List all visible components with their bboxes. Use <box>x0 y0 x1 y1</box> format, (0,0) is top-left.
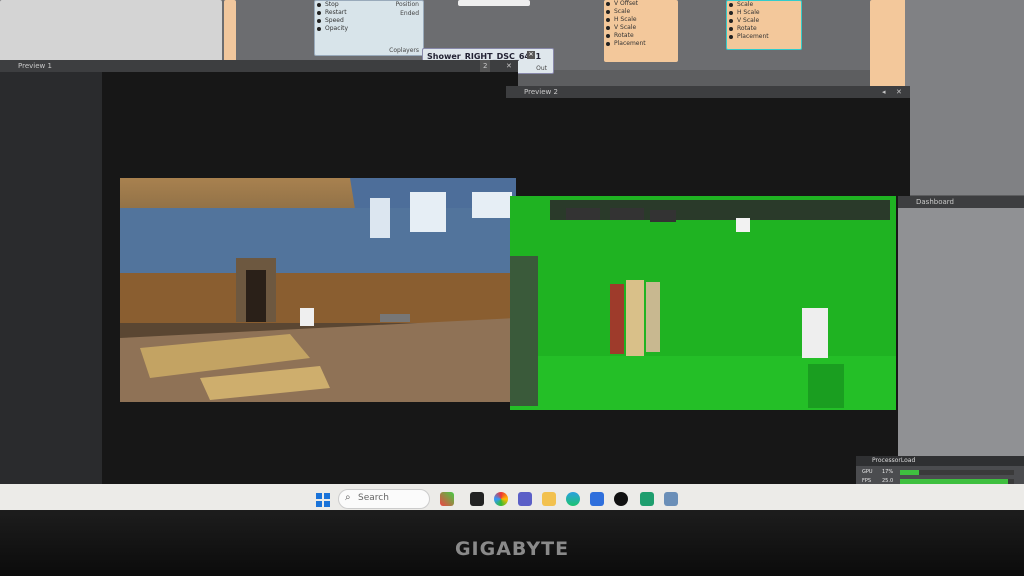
close-icon[interactable]: ✕ <box>527 51 535 59</box>
preview-2-titlebar[interactable]: Preview 2 ◂ ✕ <box>506 86 910 98</box>
node-e[interactable] <box>458 0 530 6</box>
close-icon[interactable]: ✕ <box>896 86 902 98</box>
search-icon: ⌕ <box>345 492 351 503</box>
dashboard-titlebar[interactable]: Dashboard <box>898 196 1024 208</box>
port-h-scale[interactable]: H Scale <box>604 16 678 24</box>
menu-icon[interactable]: ◂ <box>882 86 886 98</box>
right-panel <box>905 0 1024 195</box>
search-placeholder: Search <box>358 493 389 503</box>
processor-load-title: ProcessorLoad <box>856 456 1024 466</box>
node-footer: Coplayers <box>389 47 419 54</box>
node-transform-a[interactable]: V Offset Scale H Scale V Scale Rotate Pl… <box>604 0 678 62</box>
app-icon-10[interactable] <box>664 492 678 506</box>
preview-1-title: Preview 1 <box>18 62 52 70</box>
monitor-screen: Stop Restart Speed Opacity Position Ende… <box>0 0 1024 512</box>
gpu-bar <box>900 470 1014 475</box>
dashboard-title: Dashboard <box>916 198 954 206</box>
app-icon-1[interactable] <box>440 492 454 506</box>
app-icon-2[interactable] <box>470 492 484 506</box>
node-transform-b[interactable]: Scale H Scale V Scale Rotate Placement <box>726 0 802 50</box>
dashboard-panel[interactable]: Dashboard <box>898 196 1024 456</box>
port-v-scale[interactable]: V Scale <box>727 17 801 25</box>
preview-1-index[interactable]: 2 <box>480 60 491 72</box>
gpu-label: GPU <box>862 469 873 475</box>
port-h-scale[interactable]: H Scale <box>727 9 801 17</box>
preview-2-title: Preview 2 <box>524 88 558 96</box>
node-coplayer[interactable]: Stop Restart Speed Opacity Position Ende… <box>314 0 424 56</box>
port-rotate[interactable]: Rotate <box>604 32 678 40</box>
monitor-brand-logo: GIGABYTE <box>454 538 570 560</box>
port-placement[interactable]: Placement <box>604 40 678 48</box>
port-rotate[interactable]: Rotate <box>727 25 801 33</box>
taskbar <box>0 484 1024 512</box>
close-icon[interactable]: ✕ <box>506 60 512 72</box>
roman-hall-image <box>120 178 516 402</box>
app-icon-9[interactable] <box>640 492 654 506</box>
windows-start-icon[interactable] <box>316 492 330 507</box>
green-screen-camera <box>510 196 896 410</box>
port-v-scale[interactable]: V Scale <box>604 24 678 32</box>
green-screen-image <box>510 196 896 410</box>
output-out[interactable]: Out <box>536 65 547 72</box>
port-opacity[interactable]: Opacity <box>315 25 423 33</box>
node-a[interactable] <box>0 0 222 62</box>
node-b[interactable] <box>224 0 236 68</box>
output-ended[interactable]: Ended <box>400 10 419 17</box>
port-placement[interactable]: Placement <box>727 33 801 41</box>
app-icon-3[interactable] <box>494 492 508 506</box>
gpu-bar-fill <box>900 470 920 475</box>
port-v-offset[interactable]: V Offset <box>604 0 678 8</box>
port-scale[interactable]: Scale <box>727 1 801 9</box>
edge-icon[interactable] <box>566 492 580 506</box>
gpu-value: 17% <box>882 469 894 475</box>
store-icon[interactable] <box>590 492 604 506</box>
unreal-icon[interactable] <box>614 492 628 506</box>
port-scale[interactable]: Scale <box>604 8 678 16</box>
port-speed[interactable]: Speed <box>315 17 423 25</box>
folder-icon[interactable] <box>542 492 556 506</box>
teams-icon[interactable] <box>518 492 532 506</box>
left-panel <box>0 72 102 488</box>
virtual-set-render <box>120 178 516 402</box>
preview-1-titlebar[interactable]: Preview 1 2 ✕ <box>0 60 518 72</box>
output-position[interactable]: Position <box>396 1 419 8</box>
